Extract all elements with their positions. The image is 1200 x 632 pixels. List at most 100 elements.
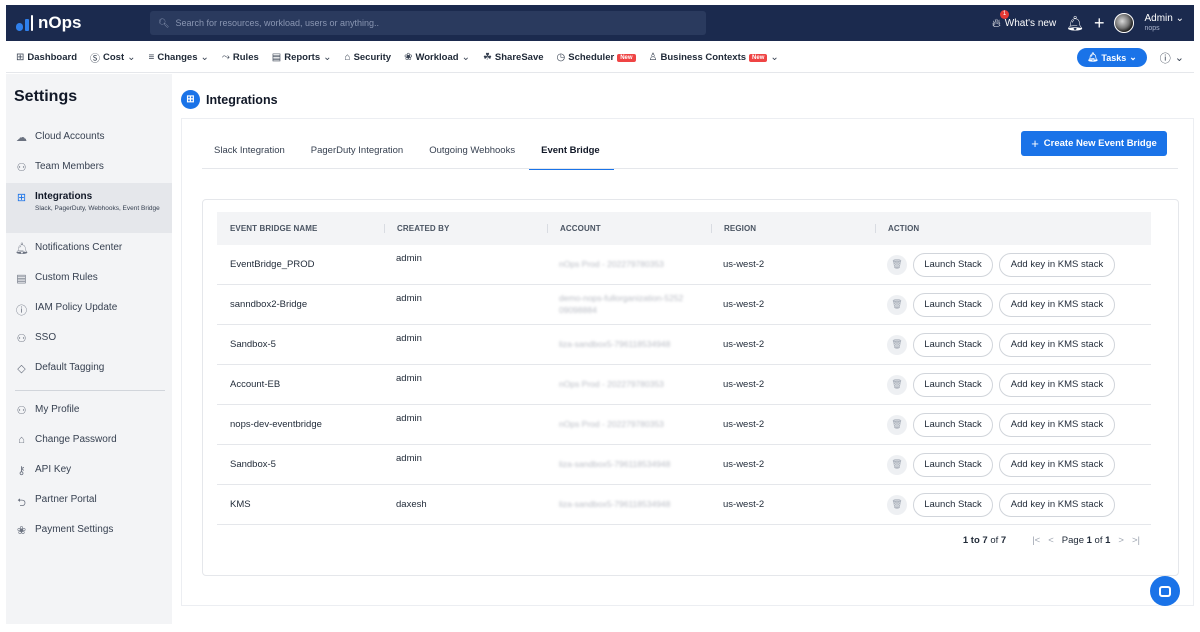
logo-text: nOps [38, 13, 82, 32]
event-bridge-panel: EVENT BRIDGE NAME CREATED BY ACCOUNT REG… [202, 199, 1179, 576]
chevron-down-icon: ⌄ [323, 52, 332, 63]
tab-event-bridge[interactable]: Event Bridge [529, 141, 614, 170]
tab-pagerduty-integration[interactable]: PagerDuty Integration [299, 141, 417, 170]
chevron-down-icon: ⌄ [127, 52, 136, 63]
create-new-event-bridge-button[interactable]: + Create New Event Bridge [1021, 131, 1167, 156]
trash-icon[interactable]: 🗑︎ [887, 494, 907, 515]
page-title: ⊞ Integrations [181, 90, 278, 109]
prev-page-icon[interactable]: < [1048, 535, 1054, 546]
row-actions: 🗑︎ Launch Stack Add key in KMS stack [875, 452, 1151, 477]
launch-stack-button[interactable]: Launch Stack [913, 492, 993, 517]
region: us-west-2 [723, 419, 765, 430]
add-key-kms-stack-button[interactable]: Add key in KMS stack [999, 252, 1115, 277]
nav-workload[interactable]: ❀ Workload ⌄ [404, 52, 470, 63]
next-page-icon[interactable]: > [1118, 535, 1124, 546]
col-header-account[interactable]: ACCOUNT [547, 224, 711, 233]
sidebar-item-default-tagging[interactable]: ◇ Default Tagging [6, 362, 172, 375]
add-key-kms-stack-button[interactable]: Add key in KMS stack [999, 412, 1115, 437]
sidebar-item-notifications-center[interactable]: 🔔︎ Notifications Center [6, 242, 172, 255]
sidebar-title: Settings [14, 88, 78, 105]
add-key-kms-stack-button[interactable]: Add key in KMS stack [999, 372, 1115, 397]
chevron-down-icon: ⌄ [1175, 13, 1184, 25]
col-header-created-by[interactable]: CREATED BY [384, 224, 547, 233]
scheduler-icon: ◷ [556, 52, 566, 63]
sidebar-item-my-profile[interactable]: ⚇ My Profile [6, 404, 172, 417]
trash-icon[interactable]: 🗑︎ [887, 414, 907, 435]
region: us-west-2 [723, 259, 765, 270]
sidebar-item-payment-settings[interactable]: ❀ Payment Settings [6, 524, 172, 537]
nav-reports[interactable]: ▤ Reports ⌄ [272, 52, 332, 63]
search-input[interactable] [175, 18, 676, 28]
trash-icon[interactable]: 🗑︎ [887, 374, 907, 395]
trash-icon[interactable]: 🗑︎ [887, 294, 907, 315]
table-row: KMS daxesh liza-sandbox5-796118534948 us-we… [217, 485, 1151, 525]
plus-icon[interactable]: + [1094, 14, 1105, 32]
nav-label: Dashboard [27, 52, 78, 63]
tab-outgoing-webhooks[interactable]: Outgoing Webhooks [417, 141, 529, 170]
user-menu[interactable]: Admin ⌄ nops [1144, 13, 1184, 32]
whats-new-button[interactable]: 🔥︎ 1 What's new [992, 9, 1056, 31]
trash-icon[interactable]: 🗑︎ [887, 254, 907, 275]
last-page-icon[interactable]: >| [1132, 535, 1140, 546]
created-by: admin [396, 373, 422, 384]
col-header-name[interactable]: EVENT BRIDGE NAME [217, 224, 384, 233]
settings-sidebar: Settings ☁︎ Cloud Accounts ⚇ Team Members … [6, 74, 172, 624]
add-key-kms-stack-button[interactable]: Add key in KMS stack [999, 292, 1115, 317]
event-bridge-name: Sandbox-5 [230, 339, 276, 350]
bell-icon: 🔔︎ [1086, 52, 1099, 62]
nav-rules[interactable]: ⤳ Rules [222, 52, 259, 63]
integrations-card: Slack Integration PagerDuty Integration … [181, 118, 1194, 606]
nav-label: Cost [103, 52, 125, 63]
nops-logo[interactable]: nOps [16, 13, 144, 33]
sidebar-item-cloud-accounts[interactable]: ☁︎ Cloud Accounts [6, 131, 172, 144]
cloud-icon: ☁︎ [16, 132, 27, 144]
bell-icon[interactable]: 🔔︎ [1066, 16, 1084, 30]
tab-slack-integration[interactable]: Slack Integration [202, 141, 299, 170]
sidebar-item-team-members[interactable]: ⚇ Team Members [6, 161, 172, 174]
chat-support-button[interactable] [1150, 576, 1180, 606]
col-header-region[interactable]: REGION [711, 224, 875, 233]
sidebar-item-label: Team Members [35, 161, 104, 172]
add-key-kms-stack-button[interactable]: Add key in KMS stack [999, 332, 1115, 357]
nav-sharesave[interactable]: ☘ ShareSave [483, 52, 544, 63]
business-icon: ♙ [648, 52, 658, 63]
avatar[interactable] [1114, 13, 1135, 33]
launch-stack-button[interactable]: Launch Stack [913, 412, 993, 437]
sidebar-item-custom-rules[interactable]: ▤ Custom Rules [6, 272, 172, 285]
help-menu[interactable]: ⓘ ⌄ [1160, 50, 1184, 66]
launch-stack-button[interactable]: Launch Stack [913, 452, 993, 477]
first-page-icon[interactable]: |< [1032, 535, 1040, 546]
created-by: admin [396, 253, 422, 264]
sidebar-item-label: Change Password [35, 434, 117, 445]
sidebar-item-sublabel: Slack, PagerDuty, Webhooks, Event Bridge [35, 205, 160, 212]
sharesave-icon: ☘ [482, 52, 492, 63]
new-badge: New [749, 53, 768, 62]
add-key-kms-stack-button[interactable]: Add key in KMS stack [999, 492, 1115, 517]
sidebar-item-integrations[interactable]: ⊞ Integrations Slack, PagerDuty, Webhooks,… [6, 183, 172, 233]
sidebar-item-api-key[interactable]: ⚷ API Key [6, 464, 172, 477]
event-bridge-table: EVENT BRIDGE NAME CREATED BY ACCOUNT REG… [217, 212, 1151, 525]
nav-changes[interactable]: ≡ Changes ⌄ [149, 52, 209, 63]
add-key-kms-stack-button[interactable]: Add key in KMS stack [999, 452, 1115, 477]
tasks-button[interactable]: 🔔︎ Tasks ⌄ [1076, 48, 1147, 67]
launch-stack-button[interactable]: Launch Stack [913, 252, 993, 277]
user-name: Admin [1144, 13, 1173, 25]
nav-security[interactable]: ⌂ Security [345, 52, 392, 63]
launch-stack-button[interactable]: Launch Stack [913, 292, 993, 317]
sidebar-item-change-password[interactable]: ⌂ Change Password [6, 434, 172, 446]
trash-icon[interactable]: 🗑︎ [887, 334, 907, 355]
launch-stack-button[interactable]: Launch Stack [913, 372, 993, 397]
sidebar-item-sso[interactable]: ⚇ SSO [6, 332, 172, 345]
sidebar-item-label: Notifications Center [35, 242, 123, 253]
nav-cost[interactable]: Ⓢ Cost ⌄ [90, 50, 136, 65]
nav-business-contexts[interactable]: ♙ Business Contexts New ⌄ [649, 52, 779, 63]
user-org: nops [1144, 24, 1160, 32]
nav-scheduler[interactable]: ◷ Scheduler New [557, 52, 636, 63]
account-id: nOps Prod - 202279780353 [559, 258, 664, 269]
search-box[interactable]: 🔍︎ [150, 11, 706, 35]
trash-icon[interactable]: 🗑︎ [887, 454, 907, 475]
sidebar-item-iam-policy-update[interactable]: ⓘ IAM Policy Update [6, 302, 172, 318]
sidebar-item-partner-portal[interactable]: ⮌ Partner Portal [6, 494, 172, 513]
nav-dashboard[interactable]: ⊞ Dashboard [16, 52, 77, 63]
launch-stack-button[interactable]: Launch Stack [913, 332, 993, 357]
